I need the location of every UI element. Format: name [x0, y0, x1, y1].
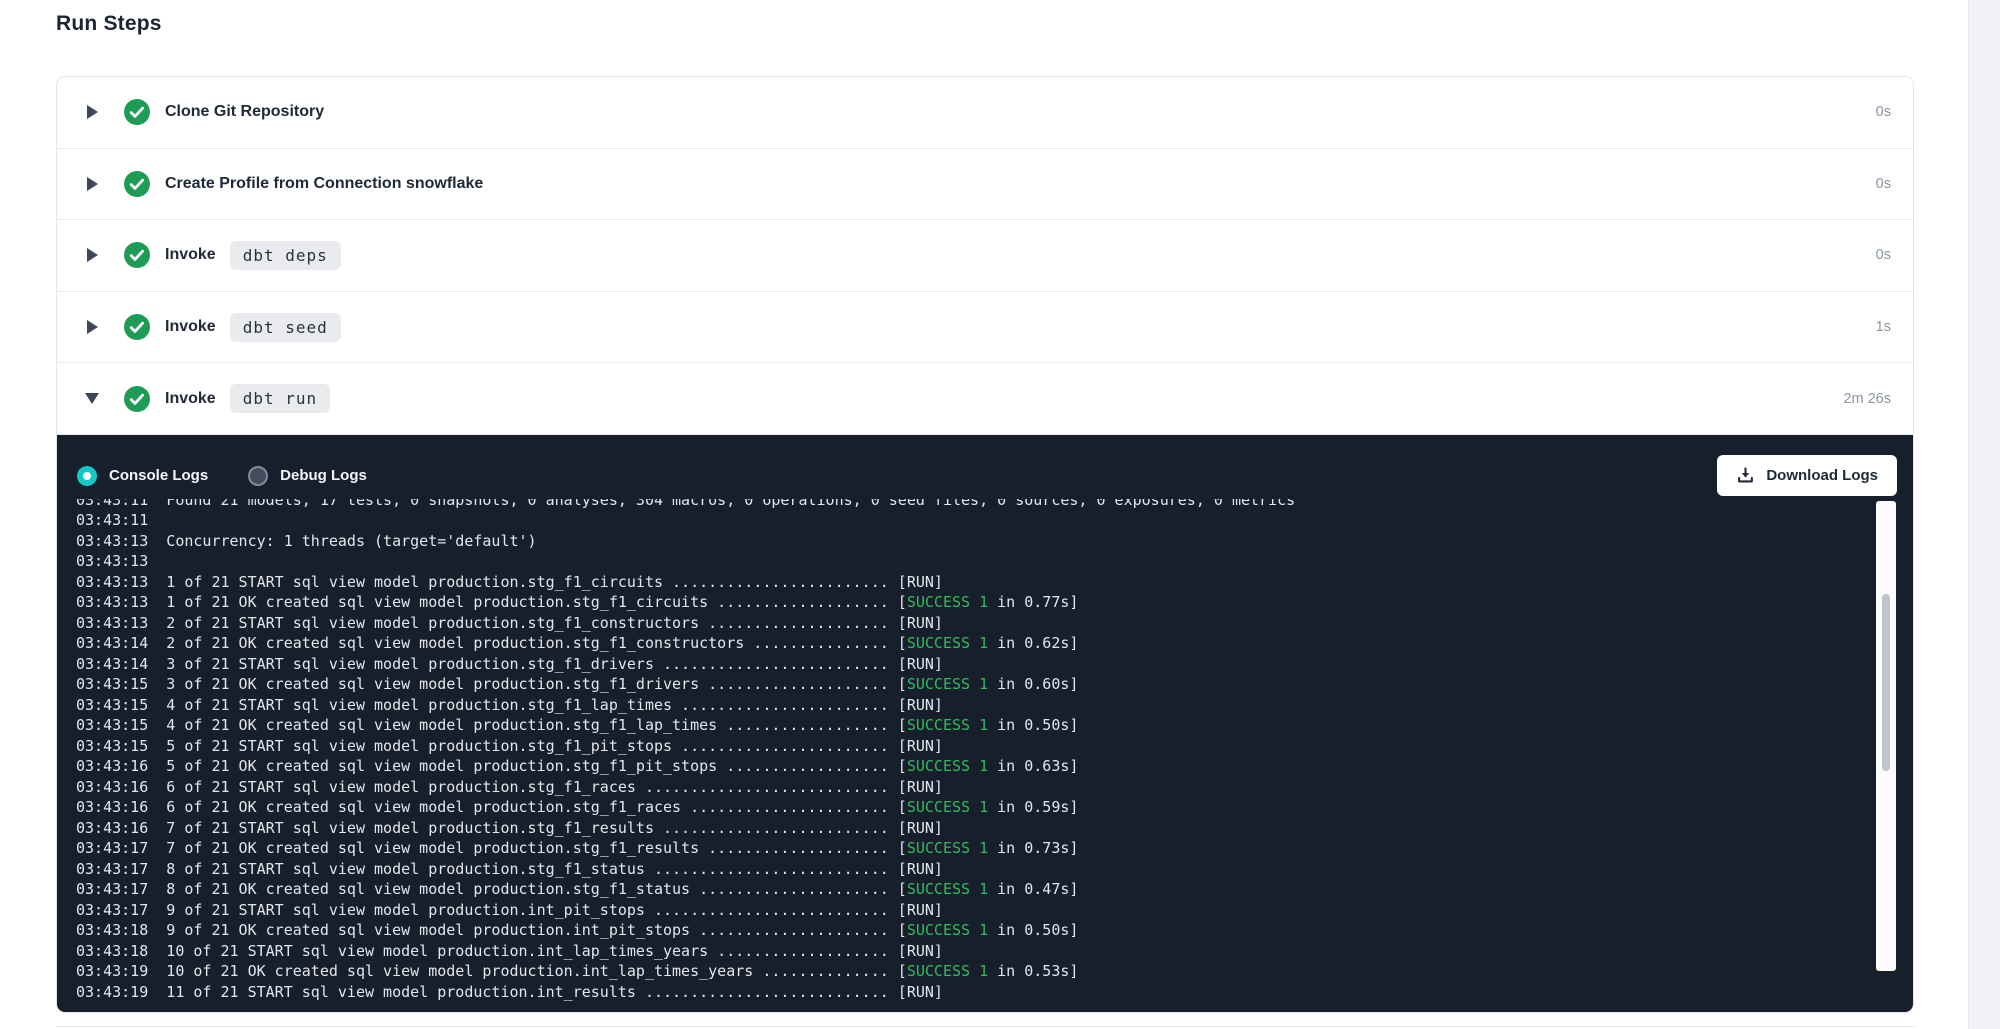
log-line: 03:43:11 Found 21 models, 17 tests, 0 sn… — [76, 499, 1913, 511]
run-step-row[interactable]: Create Profile from Connection snowflake… — [57, 149, 1913, 221]
log-type-radio-group: Console Logs Debug Logs — [77, 466, 407, 486]
page-gutter — [1968, 0, 2000, 1029]
step-duration: 0s — [1876, 247, 1891, 263]
success-check-icon — [124, 314, 150, 340]
chevron-right-icon[interactable] — [85, 105, 99, 119]
step-label: Invoke — [165, 246, 216, 264]
step-label: Clone Git Repository — [165, 103, 324, 121]
radio-selected-icon[interactable] — [77, 466, 97, 486]
step-command-chip: dbt run — [230, 384, 330, 413]
success-check-icon — [124, 171, 150, 197]
radio-unselected-icon[interactable] — [248, 466, 268, 486]
chevron-down-icon[interactable] — [85, 393, 99, 404]
log-success-badge: SUCCESS 1 — [907, 675, 988, 693]
log-line: 03:43:15 4 of 21 OK created sql view mod… — [76, 715, 1913, 736]
step-command-chip: dbt seed — [230, 313, 341, 342]
run-step-row[interactable]: Invoke dbt deps 0s — [57, 220, 1913, 292]
download-icon — [1736, 466, 1755, 485]
log-scrollbar[interactable] — [1876, 501, 1896, 971]
log-line: 03:43:18 9 of 21 OK created sql view mod… — [76, 920, 1913, 941]
log-line: 03:43:16 5 of 21 OK created sql view mod… — [76, 756, 1913, 777]
success-check-icon — [124, 386, 150, 412]
log-line: 03:43:15 4 of 21 START sql view model pr… — [76, 695, 1913, 716]
log-line: 03:43:13 2 of 21 START sql view model pr… — [76, 613, 1913, 634]
log-line: 03:43:13 1 of 21 START sql view model pr… — [76, 572, 1913, 593]
log-line: 03:43:14 2 of 21 OK created sql view mod… — [76, 633, 1913, 654]
log-line: 03:43:19 10 of 21 OK created sql view mo… — [76, 961, 1913, 982]
run-step-row[interactable]: Invoke dbt seed 1s — [57, 292, 1913, 364]
log-line: 03:43:13 1 of 21 OK created sql view mod… — [76, 592, 1913, 613]
log-line: 03:43:11 — [76, 510, 1913, 531]
step-label: Invoke — [165, 390, 216, 408]
chevron-right-icon[interactable] — [85, 177, 99, 191]
debug-logs-radio[interactable]: Debug Logs — [248, 466, 367, 486]
log-success-badge: SUCCESS 1 — [907, 839, 988, 857]
step-duration: 0s — [1876, 176, 1891, 192]
step-duration: 1s — [1876, 319, 1891, 335]
log-line: 03:43:16 7 of 21 START sql view model pr… — [76, 818, 1913, 839]
run-step-row[interactable]: Clone Git Repository 0s — [57, 77, 1913, 149]
run-steps-card: Clone Git Repository0sCreate Profile fro… — [56, 76, 1914, 1013]
console-log-output[interactable]: 03:43:11 Found 21 models, 17 tests, 0 sn… — [57, 499, 1913, 1012]
log-line: 03:43:16 6 of 21 START sql view model pr… — [76, 777, 1913, 798]
log-line: 03:43:19 11 of 21 START sql view model p… — [76, 982, 1913, 1003]
log-line: 03:43:17 7 of 21 OK created sql view mod… — [76, 838, 1913, 859]
log-lines: 03:43:11 Found 21 models, 17 tests, 0 sn… — [76, 499, 1913, 1003]
step-duration: 0s — [1876, 104, 1891, 120]
step-label: Create Profile from Connection snowflake — [165, 175, 483, 193]
log-line: 03:43:17 8 of 21 START sql view model pr… — [76, 859, 1913, 880]
log-line: 03:43:18 10 of 21 START sql view model p… — [76, 941, 1913, 962]
log-panel: Console Logs Debug Logs Download Logs 03:… — [57, 435, 1913, 1012]
log-success-badge: SUCCESS 1 — [907, 921, 988, 939]
radio-label: Debug Logs — [280, 467, 367, 484]
log-toolbar: Console Logs Debug Logs Download Logs — [57, 435, 1913, 499]
log-line: 03:43:17 9 of 21 START sql view model pr… — [76, 900, 1913, 921]
next-section-divider — [56, 1026, 1914, 1027]
log-success-badge: SUCCESS 1 — [907, 634, 988, 652]
log-line: 03:43:13 Concurrency: 1 threads (target=… — [76, 531, 1913, 552]
step-duration: 2m 26s — [1843, 391, 1891, 407]
log-line: 03:43:14 3 of 21 START sql view model pr… — [76, 654, 1913, 675]
step-label: Invoke — [165, 318, 216, 336]
log-line: 03:43:16 6 of 21 OK created sql view mod… — [76, 797, 1913, 818]
log-line: 03:43:15 5 of 21 START sql view model pr… — [76, 736, 1913, 757]
log-success-badge: SUCCESS 1 — [907, 880, 988, 898]
page-title: Run Steps — [56, 12, 162, 36]
log-success-badge: SUCCESS 1 — [907, 757, 988, 775]
log-success-badge: SUCCESS 1 — [907, 962, 988, 980]
log-scrollbar-thumb[interactable] — [1882, 594, 1890, 771]
radio-label: Console Logs — [109, 467, 208, 484]
console-logs-radio[interactable]: Console Logs — [77, 466, 208, 486]
chevron-right-icon[interactable] — [85, 320, 99, 334]
step-command-chip: dbt deps — [230, 241, 341, 270]
success-check-icon — [124, 99, 150, 125]
download-logs-button[interactable]: Download Logs — [1717, 455, 1897, 496]
run-steps-list: Clone Git Repository0sCreate Profile fro… — [57, 77, 1913, 435]
log-line: 03:43:17 8 of 21 OK created sql view mod… — [76, 879, 1913, 900]
log-line: 03:43:13 — [76, 551, 1913, 572]
log-line: 03:43:15 3 of 21 OK created sql view mod… — [76, 674, 1913, 695]
run-step-row[interactable]: Invoke dbt run 2m 26s — [57, 363, 1913, 435]
log-success-badge: SUCCESS 1 — [907, 798, 988, 816]
chevron-right-icon[interactable] — [85, 248, 99, 262]
run-steps-page: Run Steps Clone Git Repository0sCreate P… — [0, 0, 2000, 1029]
log-success-badge: SUCCESS 1 — [907, 593, 988, 611]
log-success-badge: SUCCESS 1 — [907, 716, 988, 734]
success-check-icon — [124, 242, 150, 268]
download-logs-label: Download Logs — [1766, 467, 1878, 484]
